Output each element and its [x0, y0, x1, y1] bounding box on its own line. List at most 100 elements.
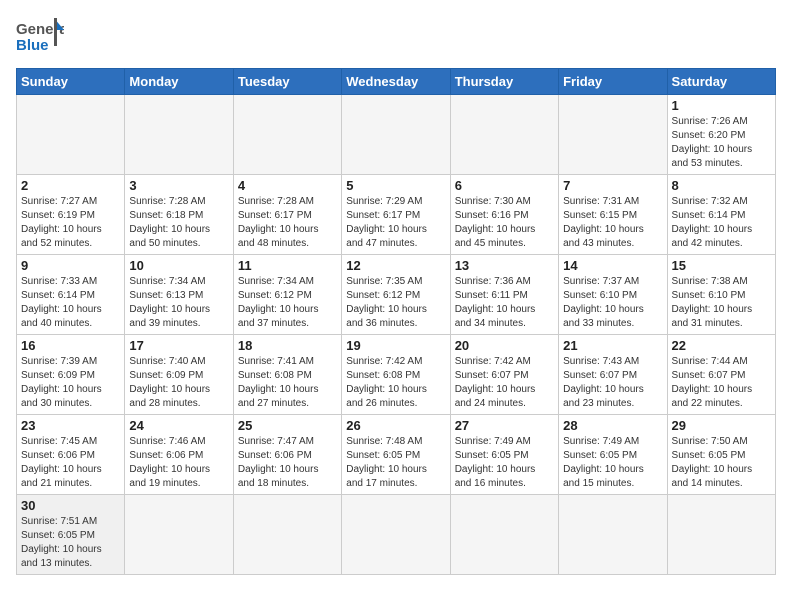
day-number: 10 [129, 258, 228, 273]
day-number: 25 [238, 418, 337, 433]
calendar-cell: 20Sunrise: 7:42 AM Sunset: 6:07 PM Dayli… [450, 335, 558, 415]
logo-icon: General Blue [16, 16, 64, 60]
calendar-cell [559, 95, 667, 175]
header: General Blue [16, 16, 776, 60]
calendar-cell: 21 Sunrise: 7:43 AM Sunset: 6:07 PM Dayli… [559, 335, 667, 415]
calendar-week-row: 1Sunrise: 7:26 AM Sunset: 6:20 PM Daylig… [17, 95, 776, 175]
day-number: 19 [346, 338, 445, 353]
calendar-cell: 14 Sunrise: 7:37 AM Sunset: 6:10 PM Dayli… [559, 255, 667, 335]
calendar-cell: 6 Sunrise: 7:30 AM Sunset: 6:16 PM Daylig… [450, 175, 558, 255]
day-number: 2 [21, 178, 120, 193]
calendar-week-row: 16 Sunrise: 7:39 AM Sunset: 6:09 PM Dayli… [17, 335, 776, 415]
day-info: Sunrise: 7:29 AM Sunset: 6:17 PM Dayligh… [346, 195, 445, 251]
day-info: Sunrise: 7:38 AM Sunset: 6:10 PM Dayligh… [672, 275, 771, 331]
calendar-cell: 28Sunrise: 7:49 AM Sunset: 6:05 PM Dayli… [559, 415, 667, 495]
calendar-cell [342, 95, 450, 175]
calendar-cell: 9Sunrise: 7:33 AM Sunset: 6:14 PM Daylig… [17, 255, 125, 335]
day-number: 26 [346, 418, 445, 433]
day-info: Sunrise: 7:32 AM Sunset: 6:14 PM Dayligh… [672, 195, 771, 251]
calendar-cell: 10 Sunrise: 7:34 AM Sunset: 6:13 PM Dayli… [125, 255, 233, 335]
calendar-week-row: 2 Sunrise: 7:27 AM Sunset: 6:19 PM Daylig… [17, 175, 776, 255]
day-info: Sunrise: 7:40 AM Sunset: 6:09 PM Dayligh… [129, 355, 228, 411]
svg-text:Blue: Blue [16, 37, 49, 54]
weekday-header-friday: Friday [559, 69, 667, 95]
calendar-cell [17, 95, 125, 175]
calendar-cell: 27 Sunrise: 7:49 AM Sunset: 6:05 PM Dayli… [450, 415, 558, 495]
day-info: Sunrise: 7:37 AM Sunset: 6:10 PM Dayligh… [563, 275, 662, 331]
day-number: 6 [455, 178, 554, 193]
calendar-cell: 18Sunrise: 7:41 AM Sunset: 6:08 PM Dayli… [233, 335, 341, 415]
calendar-cell: 4 Sunrise: 7:28 AM Sunset: 6:17 PM Daylig… [233, 175, 341, 255]
day-number: 7 [563, 178, 662, 193]
calendar-cell: 2 Sunrise: 7:27 AM Sunset: 6:19 PM Daylig… [17, 175, 125, 255]
calendar-cell: 5 Sunrise: 7:29 AM Sunset: 6:17 PM Daylig… [342, 175, 450, 255]
calendar-week-row: 23 Sunrise: 7:45 AM Sunset: 6:06 PM Dayli… [17, 415, 776, 495]
calendar-cell: 30Sunrise: 7:51 AM Sunset: 6:05 PM Dayli… [17, 495, 125, 575]
day-number: 21 [563, 338, 662, 353]
day-number: 15 [672, 258, 771, 273]
day-number: 24 [129, 418, 228, 433]
weekday-header-row: SundayMondayTuesdayWednesdayThursdayFrid… [17, 69, 776, 95]
day-info: Sunrise: 7:42 AM Sunset: 6:08 PM Dayligh… [346, 355, 445, 411]
day-info: Sunrise: 7:39 AM Sunset: 6:09 PM Dayligh… [21, 355, 120, 411]
calendar-cell [450, 495, 558, 575]
page: General Blue SundayMondayTuesdayWednesda… [0, 0, 792, 591]
day-info: Sunrise: 7:46 AM Sunset: 6:06 PM Dayligh… [129, 435, 228, 491]
day-number: 4 [238, 178, 337, 193]
day-info: Sunrise: 7:43 AM Sunset: 6:07 PM Dayligh… [563, 355, 662, 411]
calendar-cell [233, 495, 341, 575]
calendar-cell: 24 Sunrise: 7:46 AM Sunset: 6:06 PM Dayli… [125, 415, 233, 495]
calendar-cell [342, 495, 450, 575]
day-number: 5 [346, 178, 445, 193]
day-number: 27 [455, 418, 554, 433]
day-info: Sunrise: 7:30 AM Sunset: 6:16 PM Dayligh… [455, 195, 554, 251]
day-info: Sunrise: 7:42 AM Sunset: 6:07 PM Dayligh… [455, 355, 554, 411]
day-info: Sunrise: 7:49 AM Sunset: 6:05 PM Dayligh… [563, 435, 662, 491]
day-info: Sunrise: 7:34 AM Sunset: 6:13 PM Dayligh… [129, 275, 228, 331]
day-number: 14 [563, 258, 662, 273]
calendar-cell: 7 Sunrise: 7:31 AM Sunset: 6:15 PM Daylig… [559, 175, 667, 255]
calendar-cell: 15 Sunrise: 7:38 AM Sunset: 6:10 PM Dayli… [667, 255, 775, 335]
day-info: Sunrise: 7:36 AM Sunset: 6:11 PM Dayligh… [455, 275, 554, 331]
day-info: Sunrise: 7:45 AM Sunset: 6:06 PM Dayligh… [21, 435, 120, 491]
calendar-cell: 17 Sunrise: 7:40 AM Sunset: 6:09 PM Dayli… [125, 335, 233, 415]
calendar-cell: 25 Sunrise: 7:47 AM Sunset: 6:06 PM Dayli… [233, 415, 341, 495]
day-info: Sunrise: 7:31 AM Sunset: 6:15 PM Dayligh… [563, 195, 662, 251]
calendar-cell [125, 495, 233, 575]
day-number: 11 [238, 258, 337, 273]
calendar-cell: 19 Sunrise: 7:42 AM Sunset: 6:08 PM Dayli… [342, 335, 450, 415]
day-number: 22 [672, 338, 771, 353]
calendar-cell: 12Sunrise: 7:35 AM Sunset: 6:12 PM Dayli… [342, 255, 450, 335]
calendar-week-row: 30Sunrise: 7:51 AM Sunset: 6:05 PM Dayli… [17, 495, 776, 575]
day-info: Sunrise: 7:26 AM Sunset: 6:20 PM Dayligh… [672, 115, 771, 171]
day-number: 29 [672, 418, 771, 433]
calendar-cell: 11Sunrise: 7:34 AM Sunset: 6:12 PM Dayli… [233, 255, 341, 335]
calendar-table: SundayMondayTuesdayWednesdayThursdayFrid… [16, 68, 776, 575]
logo: General Blue [16, 16, 66, 60]
day-info: Sunrise: 7:44 AM Sunset: 6:07 PM Dayligh… [672, 355, 771, 411]
day-number: 17 [129, 338, 228, 353]
day-info: Sunrise: 7:48 AM Sunset: 6:05 PM Dayligh… [346, 435, 445, 491]
day-number: 3 [129, 178, 228, 193]
day-info: Sunrise: 7:49 AM Sunset: 6:05 PM Dayligh… [455, 435, 554, 491]
day-number: 23 [21, 418, 120, 433]
calendar-cell: 13Sunrise: 7:36 AM Sunset: 6:11 PM Dayli… [450, 255, 558, 335]
day-number: 30 [21, 498, 120, 513]
day-info: Sunrise: 7:28 AM Sunset: 6:17 PM Dayligh… [238, 195, 337, 251]
day-number: 18 [238, 338, 337, 353]
calendar-cell [450, 95, 558, 175]
calendar-cell [233, 95, 341, 175]
calendar-week-row: 9Sunrise: 7:33 AM Sunset: 6:14 PM Daylig… [17, 255, 776, 335]
weekday-header-thursday: Thursday [450, 69, 558, 95]
day-number: 8 [672, 178, 771, 193]
day-info: Sunrise: 7:27 AM Sunset: 6:19 PM Dayligh… [21, 195, 120, 251]
calendar-cell: 26 Sunrise: 7:48 AM Sunset: 6:05 PM Dayli… [342, 415, 450, 495]
calendar-cell: 23 Sunrise: 7:45 AM Sunset: 6:06 PM Dayli… [17, 415, 125, 495]
day-number: 16 [21, 338, 120, 353]
day-info: Sunrise: 7:47 AM Sunset: 6:06 PM Dayligh… [238, 435, 337, 491]
weekday-header-tuesday: Tuesday [233, 69, 341, 95]
day-info: Sunrise: 7:28 AM Sunset: 6:18 PM Dayligh… [129, 195, 228, 251]
day-number: 9 [21, 258, 120, 273]
calendar-cell: 3 Sunrise: 7:28 AM Sunset: 6:18 PM Daylig… [125, 175, 233, 255]
calendar-cell: 22 Sunrise: 7:44 AM Sunset: 6:07 PM Dayli… [667, 335, 775, 415]
